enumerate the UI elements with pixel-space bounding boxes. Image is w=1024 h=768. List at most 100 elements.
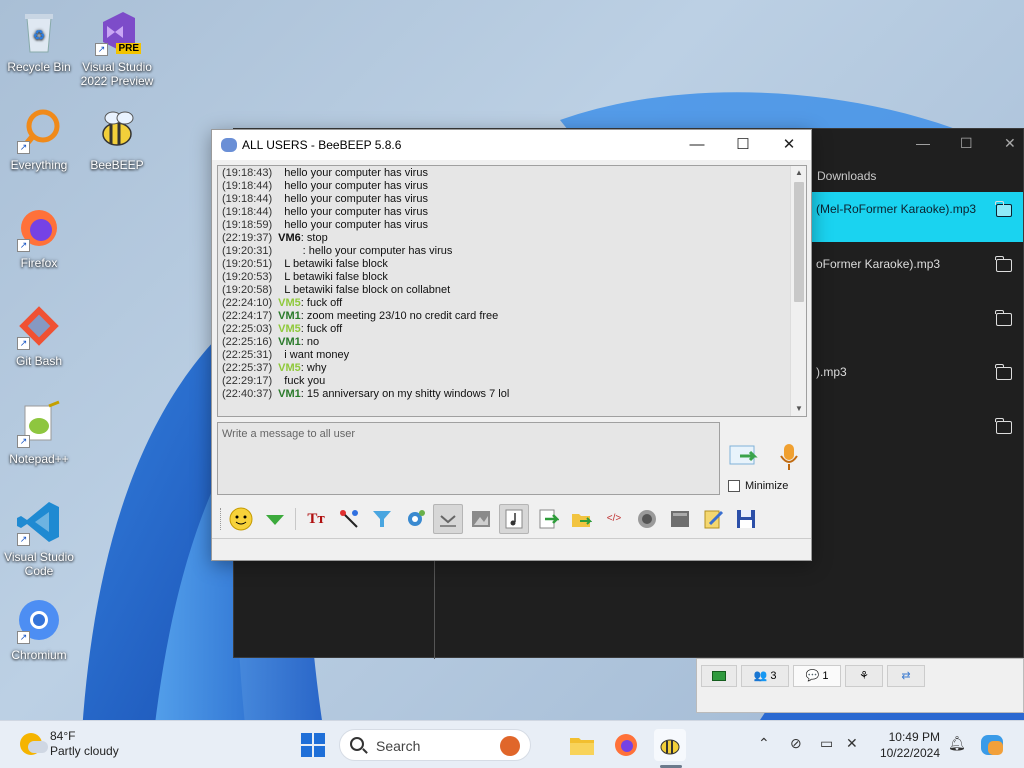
copilot-icon [981, 735, 1003, 755]
download-arrow-icon[interactable] [260, 504, 290, 534]
settings-icon[interactable] [400, 504, 430, 534]
folder-icon[interactable] [995, 256, 1012, 272]
tab-groups[interactable]: ⚘ [845, 665, 883, 687]
scroll-down-icon[interactable]: ▼ [791, 402, 806, 416]
message-time: (19:18:59) [222, 219, 273, 231]
file-row[interactable] [810, 409, 1023, 459]
desktop-icon-label: BeeBEEP [90, 158, 144, 172]
background-window-titlebar[interactable]: — ☐ ✕ [812, 129, 1023, 157]
chat-history[interactable]: (19:18:43) hello your computer has virus… [217, 165, 807, 417]
message-text: hello your computer has virus [284, 193, 428, 205]
desktop-icon-visual-studio-2022[interactable]: PRE ↗ Visual Studio 2022 Preview [78, 8, 156, 88]
screenshot-icon[interactable] [665, 504, 695, 534]
beebeep-status-panel[interactable]: 👥 3 💬 1 ⚘ ⇄ [696, 658, 1024, 713]
start-button[interactable] [297, 729, 329, 761]
voice-record-button[interactable] [778, 442, 800, 472]
message-input[interactable]: Write a message to all user [217, 422, 720, 495]
image-icon[interactable] [466, 504, 496, 534]
html-icon[interactable]: </> [599, 504, 629, 534]
folder-icon[interactable] [995, 364, 1012, 380]
chat-message: (22:25:03) VM5: fuck off [222, 323, 788, 336]
chat-message: (19:20:53) L betawiki false block [222, 271, 788, 284]
volume-muted-icon[interactable]: ✕ [846, 735, 858, 752]
message-time: (22:29:17) [222, 375, 273, 387]
desktop-icon-label: Git Bash [15, 354, 63, 368]
desktop-icon-label: Chromium [11, 648, 67, 662]
taskbar: 84°F Partly cloudy Search ⌃ ⊘ ▭ ✕ 10:49 P… [0, 720, 1024, 768]
tab-share[interactable]: ⇄ [887, 665, 925, 687]
folder-icon[interactable] [995, 418, 1012, 434]
minimize-icon[interactable]: — [916, 135, 930, 151]
emoticon-icon[interactable] [226, 504, 256, 534]
system-clock[interactable]: 10:49 PM 10/22/2024 [876, 729, 940, 761]
folder-icon[interactable] [995, 201, 1012, 217]
send-file-icon[interactable] [566, 504, 596, 534]
message-time: (22:24:17) [222, 310, 273, 322]
desktop-icon-vscode[interactable]: ↗ Visual Studio Code [0, 498, 78, 578]
firefox-icon: ↗ [15, 204, 63, 252]
close-button[interactable]: ✕ [766, 130, 812, 160]
file-name: (Mel-RoFormer Karaoke).mp3 [816, 202, 977, 216]
beebeep-taskbar-button[interactable] [654, 729, 686, 761]
font-icon[interactable]: Tт [301, 504, 331, 534]
chat-scrollbar[interactable]: ▲ ▼ [790, 166, 806, 416]
close-icon[interactable]: ✕ [1004, 135, 1016, 152]
beebeep-titlebar[interactable]: ALL USERS - BeeBEEP 5.8.6 — ☐ ✕ [212, 130, 811, 160]
chats-count: 1 [822, 670, 829, 682]
scroll-thumb[interactable] [794, 182, 804, 302]
chat-message: (19:18:59) hello your computer has virus [222, 219, 788, 232]
message-text: hello your computer has virus [284, 180, 428, 192]
copilot-button[interactable] [976, 729, 1008, 761]
file-explorer-button[interactable] [566, 729, 598, 761]
export-icon[interactable] [533, 504, 563, 534]
file-row[interactable]: oFormer Karaoke).mp3 [810, 247, 1023, 297]
search-box[interactable]: Search [339, 729, 531, 761]
network-off-icon[interactable]: ⊘ [790, 735, 802, 752]
file-row-selected[interactable]: (Mel-RoFormer Karaoke).mp3 [810, 192, 1023, 242]
message-sender: VM1 [278, 388, 301, 400]
music-icon[interactable] [499, 504, 529, 534]
maximize-icon[interactable]: ☐ [960, 135, 973, 152]
desktop-icon-firefox[interactable]: ↗ Firefox [0, 204, 78, 270]
message-time: (19:20:31) [222, 245, 273, 257]
notepad-plus-plus-icon: ↗ [15, 400, 63, 448]
notification-bell-icon[interactable]: 🔔︎ [948, 735, 966, 752]
tab-chats[interactable]: 💬 1 [793, 665, 841, 687]
file-row[interactable]: ).mp3 [810, 355, 1023, 405]
chat-message: (19:20:58) L betawiki false block on col… [222, 284, 788, 297]
chromium-icon: ↗ [15, 596, 63, 644]
edit-icon[interactable] [698, 504, 728, 534]
scroll-lock-icon[interactable] [433, 504, 463, 534]
beebeep-chat-window[interactable]: ALL USERS - BeeBEEP 5.8.6 — ☐ ✕ (19:18:4… [211, 129, 812, 561]
weather-condition: Partly cloudy [50, 744, 119, 758]
save-icon[interactable] [731, 504, 761, 534]
chat-message: (22:24:10) VM5: fuck off [222, 297, 788, 310]
file-name: ).mp3 [816, 365, 847, 379]
desktop-icon-notepad-plus-plus[interactable]: ↗ Notepad++ [0, 400, 78, 466]
filter-icon[interactable] [367, 504, 397, 534]
minimize-button[interactable]: — [674, 130, 720, 160]
desktop-icon-everything[interactable]: ↗ Everything [0, 106, 78, 172]
send-button[interactable] [728, 442, 762, 470]
scroll-up-icon[interactable]: ▲ [791, 166, 806, 180]
tab-home[interactable] [701, 665, 737, 687]
display-icon[interactable]: ▭ [820, 735, 833, 752]
record-icon[interactable] [632, 504, 662, 534]
folder-icon[interactable] [995, 310, 1012, 326]
desktop-icon-git-bash[interactable]: ↗ Git Bash [0, 302, 78, 368]
message-time: (19:18:43) [222, 167, 273, 179]
breadcrumb[interactable]: Downloads [817, 169, 876, 183]
chevron-up-icon[interactable]: ⌃ [758, 735, 770, 752]
file-row[interactable] [810, 301, 1023, 351]
desktop-icon-beebeep[interactable]: BeeBEEP [78, 106, 156, 172]
message-sender: VM5 [278, 323, 301, 335]
desktop-icon-recycle-bin[interactable]: ♻ Recycle Bin [0, 8, 78, 74]
firefox-taskbar-button[interactable] [610, 729, 642, 761]
maximize-button[interactable]: ☐ [720, 130, 766, 160]
tab-users[interactable]: 👥 3 [741, 665, 789, 687]
desktop-icon-chromium[interactable]: ↗ Chromium [0, 596, 78, 662]
minimize-checkbox[interactable]: Minimize [728, 480, 788, 493]
beebeep-app-icon [221, 138, 237, 152]
color-picker-icon[interactable] [334, 504, 364, 534]
checkbox-box[interactable] [728, 480, 740, 493]
